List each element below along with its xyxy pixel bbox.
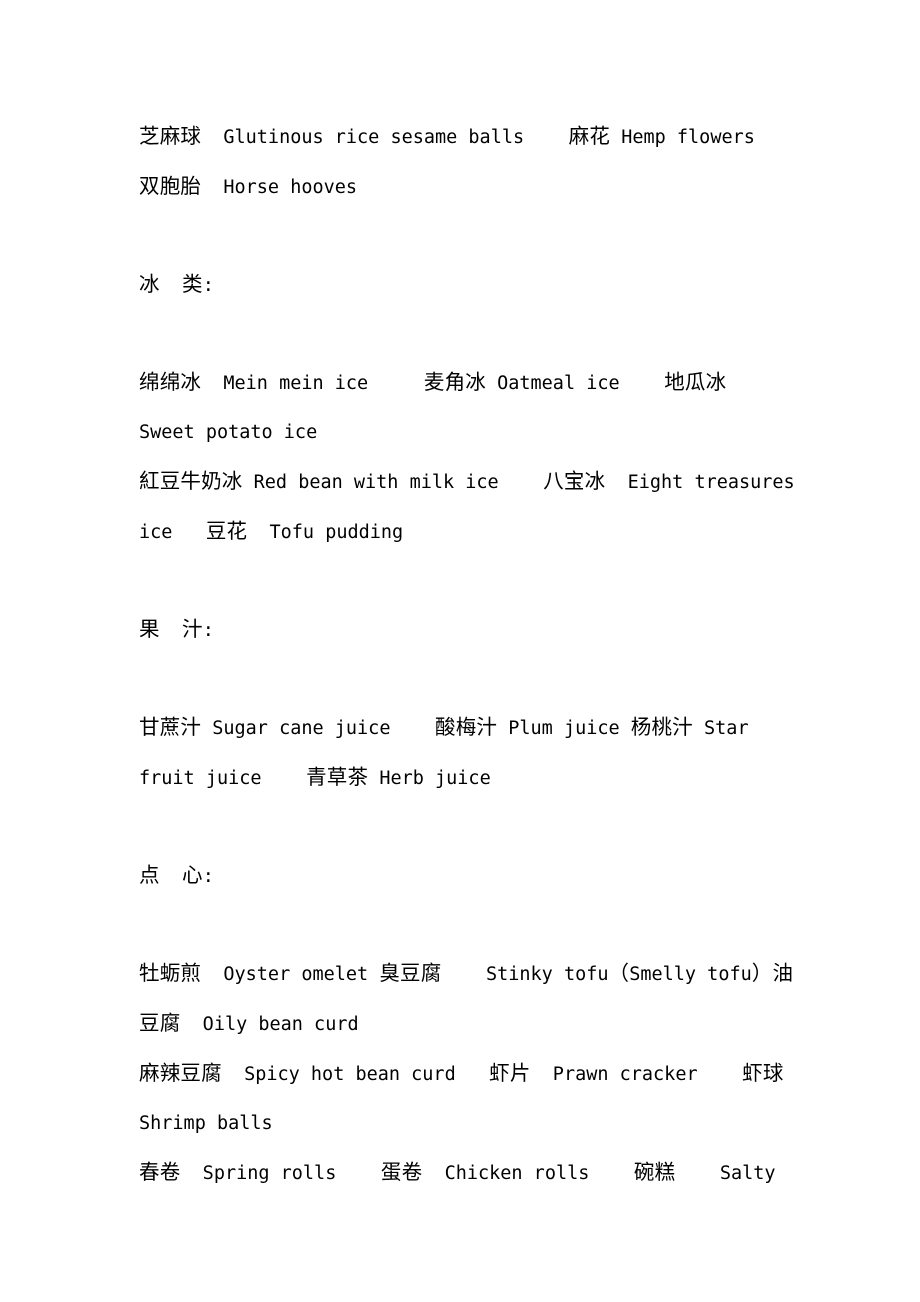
cjk-run: 心 (181, 863, 203, 887)
cjk-run: 冰 (139, 272, 160, 296)
cjk-run: 牡蛎煎 (139, 961, 202, 985)
document-page: 芝麻球 Glutinous rice sesame balls 麻花 Hemp … (0, 0, 920, 1302)
dimsum-entries-group-3: 春卷 Spring rolls 蛋卷 Chicken rolls 碗糕 Salt… (139, 1148, 795, 1198)
entry-line: 紅豆牛奶冰 Red bean with milk ice 八宝冰 Eight t… (139, 457, 795, 557)
cjk-run: 蛋卷 (380, 1160, 423, 1184)
latin-run: Oily bean curd (180, 1014, 359, 1035)
cjk-run: 紅豆牛奶冰 (139, 469, 243, 493)
latin-run: Herb juice (368, 768, 491, 789)
latin-run: Plum juice (497, 718, 631, 739)
latin-run: Spring rolls (180, 1163, 381, 1184)
latin-run: Salty (675, 1163, 776, 1184)
cjk-run: 类 (181, 272, 203, 296)
latin-run: Chicken rolls (422, 1163, 634, 1184)
cjk-run: 点 (139, 863, 160, 887)
latin-run: : (202, 275, 214, 296)
latin-run: Prawn cracker (530, 1064, 743, 1085)
latin-run: Tofu pudding (247, 522, 404, 543)
section-heading-dimsum: 点 心: (139, 851, 795, 901)
cjk-run: 八宝冰 (543, 469, 606, 493)
entry-line: 牡蛎煎 Oyster omelet 臭豆腐 Stinky tofu（Smelly… (139, 949, 795, 1049)
cjk-run: 麻辣豆腐 (139, 1061, 222, 1085)
juice-entries-group: 甘蔗汁 Sugar cane juice 酸梅汁 Plum juice 杨桃汁 … (139, 703, 795, 803)
cjk-run: 杨桃汁 (630, 715, 693, 739)
entry-line: 双胞胎 Horse hooves (139, 162, 795, 212)
ice-entries-group-1: 绵绵冰 Mein mein ice 麦角冰 Oatmeal ice 地瓜冰 Sw… (139, 358, 795, 457)
cjk-run: 芝麻球 (139, 124, 202, 148)
cjk-run: 麦角冰 (423, 370, 486, 394)
cjk-run: 春卷 (139, 1160, 181, 1184)
cjk-run: 酸梅汁 (435, 715, 498, 739)
latin-run: : (202, 866, 214, 887)
page-text-body: 芝麻球 Glutinous rice sesame balls 麻花 Hemp … (139, 112, 795, 1198)
latin-run: Glutinous rice sesame balls (201, 127, 569, 148)
dimsum-entries-group-2: 麻辣豆腐 Spicy hot bean curd 虾片 Prawn cracke… (139, 1049, 795, 1148)
section-heading-juice: 果 汁: (139, 605, 795, 655)
snacks-continued-group: 芝麻球 Glutinous rice sesame balls 麻花 Hemp … (139, 112, 795, 212)
latin-run: Horse hooves (201, 177, 358, 198)
cjk-run: 双胞胎 (139, 174, 202, 198)
section-heading-ice: 冰 类: (139, 260, 795, 310)
latin-run: : (202, 620, 214, 641)
entry-line: 甘蔗汁 Sugar cane juice 酸梅汁 Plum juice 杨桃汁 … (139, 703, 795, 803)
latin-run: Oatmeal ice (485, 373, 665, 394)
latin-run (160, 620, 182, 641)
cjk-run: 碗糕 (633, 1160, 676, 1184)
latin-run: Mein mein ice (201, 373, 424, 394)
cjk-run: 甘蔗汁 (139, 715, 202, 739)
cjk-run: 汁 (181, 617, 203, 641)
cjk-run: 豆花 (205, 519, 248, 543)
dimsum-entries-group-1: 牡蛎煎 Oyster omelet 臭豆腐 Stinky tofu（Smelly… (139, 949, 795, 1049)
cjk-run: 臭豆腐 (379, 961, 442, 985)
latin-run: Sugar cane juice (201, 718, 436, 739)
latin-run: Smelly tofu (629, 964, 752, 985)
cjk-run: 虾球 (742, 1061, 784, 1085)
latin-run (160, 866, 182, 887)
entry-line: 麻辣豆腐 Spicy hot bean curd 虾片 Prawn cracke… (139, 1049, 795, 1148)
entry-line: 绵绵冰 Mein mein ice 麦角冰 Oatmeal ice 地瓜冰 Sw… (139, 358, 795, 457)
latin-run: Spicy hot bean curd (221, 1064, 490, 1085)
cjk-run: 麻花 (568, 124, 611, 148)
entry-line: 芝麻球 Glutinous rice sesame balls 麻花 Hemp … (139, 112, 795, 162)
latin-run (160, 275, 182, 296)
cjk-run: 青草茶 (306, 765, 369, 789)
latin-run: Red bean with milk ice (242, 472, 544, 493)
latin-run: Hemp flowers (610, 127, 755, 148)
cjk-run: （ (608, 961, 630, 985)
ice-entries-group-2: 紅豆牛奶冰 Red bean with milk ice 八宝冰 Eight t… (139, 457, 795, 557)
cjk-run: 绵绵冰 (139, 370, 202, 394)
cjk-run: 果 (139, 617, 160, 641)
entry-line: 春卷 Spring rolls 蛋卷 Chicken rolls 碗糕 Salt… (139, 1148, 795, 1198)
cjk-run: 地瓜冰 (664, 370, 727, 394)
cjk-run: 虾片 (489, 1061, 531, 1085)
latin-run: Oyster omelet (201, 964, 380, 985)
latin-run: Stinky tofu (441, 964, 609, 985)
